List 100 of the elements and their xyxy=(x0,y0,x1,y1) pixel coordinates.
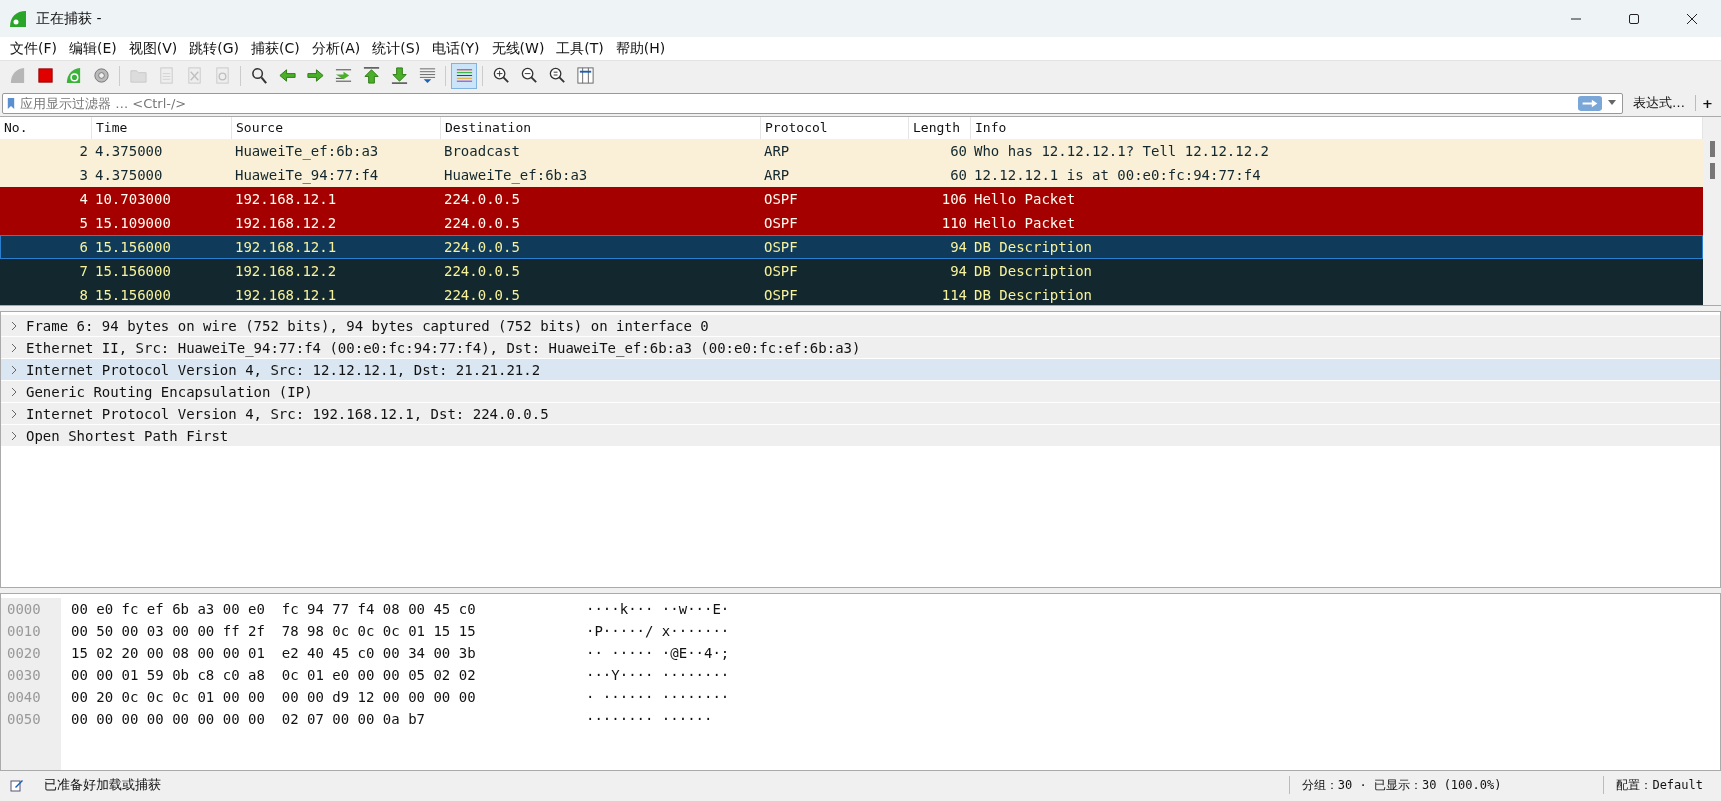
table-cell-text: DB Description xyxy=(973,239,1093,255)
table-cell-text: Broadcast xyxy=(443,143,521,159)
table-cell-text: 3 xyxy=(78,167,89,183)
ascii-bytes: ···Y···· ········ xyxy=(586,666,730,685)
table-cell-text: 106 xyxy=(940,191,968,207)
ascii-bytes: ·P·····/ x······· xyxy=(586,622,730,641)
table-cell-text: 15.156000 xyxy=(94,239,172,255)
offset-label: 0050 xyxy=(7,710,41,729)
menu-item[interactable]: 电话(Y) xyxy=(426,39,486,58)
packet-row[interactable]: 4 10.703000 192.168.12.1 224.0.0.5 OSPF 106 Hello Packet xyxy=(0,187,1703,211)
tree-item[interactable]: Generic Routing Encapsulation (IP) xyxy=(1,381,1720,403)
table-cell-text: DB Description xyxy=(973,287,1093,303)
table-cell-text: 192.168.12.1 xyxy=(234,239,338,255)
profile-label[interactable]: 配置：Default xyxy=(1616,776,1703,794)
packet-row[interactable]: 3 4.375000 HuaweiTe_94:77:f4 HuaweiTe_ef:6b:a3 ARP 60 12.12.12.1 is at 00:e0:fc:94:77:f4 xyxy=(0,163,1703,187)
table-cell-text: 94 xyxy=(949,263,968,279)
chevron-icon[interactable] xyxy=(10,320,18,331)
hex-bytes: 00 00 00 00 00 00 00 00 02 07 00 00 0a b7 xyxy=(71,710,426,729)
packet-row[interactable]: 6 15.156000 192.168.12.1 224.0.0.5 OSPF 94 DB Description xyxy=(0,235,1703,259)
chevron-icon[interactable] xyxy=(10,408,18,419)
app-icon xyxy=(8,8,28,29)
table-cell-text: ARP xyxy=(763,167,791,183)
menu-item[interactable]: 文件(F) xyxy=(4,39,63,58)
table-cell-text: Who has 12.12.12.1? Tell 12.12.12.2 xyxy=(973,143,1270,159)
hex-bytes: 00 e0 fc ef 6b a3 00 e0 fc 94 77 f4 08 00 45 c0 xyxy=(71,600,477,619)
ascii-bytes: ········ ······ xyxy=(586,710,713,729)
table-cell-text: 224.0.0.5 xyxy=(443,215,521,231)
add-filter-button[interactable]: + xyxy=(1696,95,1719,111)
offset-label: 0030 xyxy=(7,666,41,685)
window-title: 正在捕获 - xyxy=(36,9,102,28)
table-cell-text: 192.168.12.2 xyxy=(234,215,338,231)
expression-button[interactable]: 表达式… xyxy=(1623,94,1696,112)
edit-icon[interactable] xyxy=(10,778,24,792)
menu-item[interactable]: 统计(S) xyxy=(366,39,427,58)
chevron-icon[interactable] xyxy=(10,342,18,353)
tree-item[interactable]: Frame 6: 94 bytes on wire (752 bits), 94 bytes captured (752 bits) on interface 0 xyxy=(1,315,1720,337)
table-cell-text: 8 xyxy=(78,287,89,303)
table-cell-text: OSPF xyxy=(763,263,799,279)
ascii-bytes: ·· ····· ·@E··4·; xyxy=(586,644,730,663)
table-cell-text: 4.375000 xyxy=(94,167,164,183)
display-filter-field[interactable]: 应用显示过滤器 … <Ctrl-/> xyxy=(2,92,1624,114)
table-cell-text: Hello Packet xyxy=(973,191,1077,207)
offset-label: 0020 xyxy=(7,644,41,663)
packet-row[interactable]: 8 15.156000 192.168.12.1 224.0.0.5 OSPF 114 DB Description xyxy=(0,283,1703,305)
hex-bytes: 15 02 20 00 08 00 00 01 e2 40 45 c0 00 34 00 3b xyxy=(71,644,477,663)
table-cell-text: 4.375000 xyxy=(94,143,164,159)
table-cell-text: 6 xyxy=(78,239,89,255)
tree-item[interactable]: Open Shortest Path First xyxy=(1,425,1720,447)
menu-item[interactable]: 视图(V) xyxy=(122,39,184,58)
table-cell-text: OSPF xyxy=(763,287,799,303)
table-cell-text: ARP xyxy=(763,143,791,159)
dropdown-caret-icon[interactable] xyxy=(1608,100,1617,106)
tree-item[interactable]: Internet Protocol Version 4, Src: 192.168.12.1, Dst: 224.0.0.5 xyxy=(1,403,1720,425)
offset-label: 0000 xyxy=(7,600,41,619)
menu-item[interactable]: 帮助(H) xyxy=(609,39,672,58)
ascii-bytes: · ······ ········ xyxy=(586,688,730,707)
chevron-icon[interactable] xyxy=(10,364,18,375)
table-cell-text: 224.0.0.5 xyxy=(443,191,521,207)
hex-bytes: 00 50 00 03 00 00 ff 2f 78 98 0c 0c 0c 01 15 15 xyxy=(71,622,477,641)
table-cell-text: OSPF xyxy=(763,239,799,255)
table-cell-text: 224.0.0.5 xyxy=(443,239,521,255)
menu-item[interactable]: 无线(W) xyxy=(485,39,551,58)
tree-item[interactable]: Internet Protocol Version 4, Src: 12.12.12.1, Dst: 21.21.21.2 xyxy=(1,359,1720,381)
offset-label: 0040 xyxy=(7,688,41,707)
table-cell-text: HuaweiTe_94:77:f4 xyxy=(234,167,380,183)
scrollbar[interactable] xyxy=(1703,117,1721,305)
offset-label: 0010 xyxy=(7,622,41,641)
table-cell-text: 5 xyxy=(78,215,89,231)
table-cell-text: 224.0.0.5 xyxy=(443,287,521,303)
table-cell-text: HuaweiTe_ef:6b:a3 xyxy=(443,167,589,183)
table-cell-text: 10.703000 xyxy=(94,191,172,207)
close-icon[interactable] xyxy=(1686,12,1698,25)
table-cell-text: 12.12.12.1 is at 00:e0:fc:94:77:f4 xyxy=(973,167,1262,183)
packet-row[interactable]: 2 4.375000 HuaweiTe_ef:6b:a3 Broadcast ARP 60 Who has 12.12.12.1? Tell 12.12.12.2 xyxy=(0,139,1703,163)
menu-item[interactable]: 工具(T) xyxy=(550,39,610,58)
table-cell-text: 15.156000 xyxy=(94,287,172,303)
packet-counts: 分组：30 · 已显示：30 (100.0%) xyxy=(1301,776,1502,794)
table-cell-text: Hello Packet xyxy=(973,215,1077,231)
menu-item[interactable]: 编辑(E) xyxy=(63,39,123,58)
table-cell-text: 110 xyxy=(940,215,968,231)
chevron-icon[interactable] xyxy=(10,386,18,397)
packet-row[interactable]: 7 15.156000 192.168.12.2 224.0.0.5 OSPF 94 DB Description xyxy=(0,259,1703,283)
table-cell-text: HuaweiTe_ef:6b:a3 xyxy=(234,143,380,159)
bookmark-icon[interactable] xyxy=(7,96,15,110)
menu-item[interactable]: 跳转(G) xyxy=(183,39,246,58)
table-cell-text: OSPF xyxy=(763,191,799,207)
table-cell-text: 94 xyxy=(949,239,968,255)
table-cell-text: OSPF xyxy=(763,215,799,231)
table-cell-text: 192.168.12.1 xyxy=(234,287,338,303)
status-message: 已准备好加载或捕获 xyxy=(44,776,162,794)
table-cell-text: 15.156000 xyxy=(94,263,172,279)
maximize-icon[interactable] xyxy=(1628,12,1640,25)
chevron-icon[interactable] xyxy=(10,430,18,441)
filter-input[interactable]: 应用显示过滤器 … <Ctrl-/> xyxy=(18,95,1579,111)
table-cell-text: 60 xyxy=(949,167,968,183)
tree-item[interactable]: Ethernet II, Src: HuaweiTe_94:77:f4 (00:e0:fc:94:77:f4), Dst: HuaweiTe_ef:6b:a3 (00:e0:fc:ef:6b:a3) xyxy=(1,337,1720,359)
menu-item[interactable]: 捕获(C) xyxy=(245,39,306,58)
packet-row[interactable]: 5 15.109000 192.168.12.2 224.0.0.5 OSPF 110 Hello Packet xyxy=(0,211,1703,235)
menu-item[interactable]: 分析(A) xyxy=(305,39,367,58)
table-cell-text: 192.168.12.2 xyxy=(234,263,338,279)
